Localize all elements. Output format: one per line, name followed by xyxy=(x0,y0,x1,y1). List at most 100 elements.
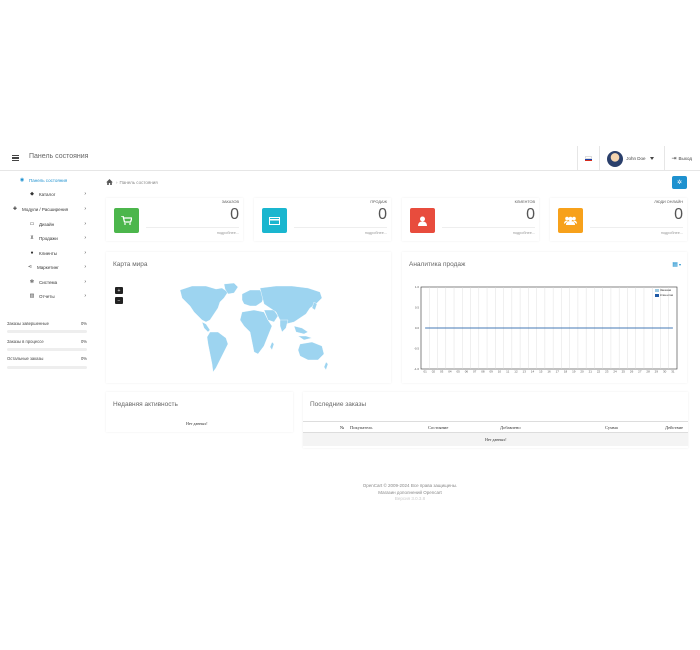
column-header[interactable]: Сумма xyxy=(605,425,618,430)
breadcrumb-current[interactable]: Панель состояния xyxy=(120,180,158,185)
russian-flag-icon xyxy=(585,156,593,161)
divider xyxy=(146,227,239,228)
more-link[interactable]: подробнее... xyxy=(513,231,535,235)
sidebar-item-catalog[interactable]: ◆ Каталог › xyxy=(0,188,92,200)
logout-label: Выход xyxy=(678,156,692,161)
sidebar-item-label: Каталог xyxy=(39,191,56,197)
chevron-right-icon: › xyxy=(84,206,86,212)
tile-orders: ЗАКАЗОВ 0 подробнее... xyxy=(106,198,243,241)
chevron-right-icon: › xyxy=(84,235,86,241)
x-tick-label: 27 xyxy=(638,370,642,374)
sidebar-item-sales[interactable]: ⊻ Продажи › xyxy=(0,232,92,244)
caret-down-icon: ▾ xyxy=(677,262,681,267)
home-icon[interactable] xyxy=(106,179,113,185)
y-tick-label: 0.0 xyxy=(415,326,420,330)
column-header[interactable]: Действие xyxy=(665,425,683,430)
x-tick-label: 07 xyxy=(473,370,477,374)
x-tick-label: 18 xyxy=(564,370,568,374)
x-tick-label: 01 xyxy=(423,370,427,374)
y-tick-label: -0.5 xyxy=(414,347,420,351)
sidebar-item-design[interactable]: ▭ Дизайн › xyxy=(0,218,92,230)
tile-people-online: ЛЮДИ ОНЛАЙН 0 подробнее... xyxy=(550,198,687,241)
x-tick-label: 31 xyxy=(671,370,675,374)
tile-value: 0 xyxy=(378,206,387,223)
sidebar-item-label: Маркетинг xyxy=(37,264,59,270)
x-tick-label: 05 xyxy=(456,370,460,374)
sidebar-item-label: Система xyxy=(39,279,58,285)
x-tick-label: 26 xyxy=(630,370,634,374)
sidebar-item-label: Клиенты xyxy=(39,250,58,256)
tile-value: 0 xyxy=(674,206,683,223)
tile-sales: ПРОДАЖ 0 подробнее... xyxy=(254,198,391,241)
chevron-right-icon: › xyxy=(84,293,86,299)
tile-label: ЗАКАЗОВ xyxy=(221,200,239,204)
stat-value: 0% xyxy=(80,356,87,361)
sidebar-item-reports[interactable]: ▥ Отчеты › xyxy=(0,290,92,302)
x-tick-label: 30 xyxy=(663,370,667,374)
stat-value: 0% xyxy=(80,321,87,326)
x-tick-label: 16 xyxy=(547,370,551,374)
x-tick-label: 23 xyxy=(605,370,609,374)
monitor-icon: ▭ xyxy=(29,221,35,227)
gear-icon: ✲ xyxy=(676,180,683,186)
progress-bar xyxy=(7,348,87,351)
user-menu[interactable]: John Doe xyxy=(599,146,663,171)
legend-label: Клиентов xyxy=(660,293,674,297)
sidebar: ◉ Панель состояния ◆ Каталог › ✚ Модули … xyxy=(0,172,92,372)
progress-bar xyxy=(7,366,87,369)
logout-button[interactable]: ⇥ Выход xyxy=(663,146,700,171)
x-tick-label: 22 xyxy=(597,370,601,374)
x-tick-label: 10 xyxy=(498,370,502,374)
x-tick-label: 29 xyxy=(655,370,659,374)
sales-chart: 1.0 0.5 0.0 -0.5 -1.001 02 03 04 05 06 07 08 09 10 11 1… xyxy=(414,285,678,374)
y-tick-label: 1.0 xyxy=(415,285,420,289)
zoom-in-button[interactable]: + xyxy=(115,287,123,294)
stat-completed-orders: Заказы завершенные 0% xyxy=(7,321,87,326)
more-link[interactable]: подробнее... xyxy=(365,231,387,235)
cart-icon: ⊻ xyxy=(30,235,34,241)
x-tick-label: 09 xyxy=(490,370,494,374)
recent-activity-panel: Недавняя активность Нет данных! xyxy=(106,392,293,432)
settings-button[interactable]: ✲ xyxy=(672,176,687,189)
breadcrumb-separator: › xyxy=(116,179,118,185)
sidebar-item-dashboard[interactable]: ◉ Панель состояния xyxy=(0,174,92,186)
x-tick-label: 25 xyxy=(622,370,626,374)
x-tick-label: 19 xyxy=(572,370,576,374)
sidebar-item-label: Модули / Расширения xyxy=(22,206,69,212)
zoom-out-button[interactable]: − xyxy=(115,297,123,304)
world-map[interactable] xyxy=(172,282,332,377)
menu-toggle-icon[interactable] xyxy=(12,155,19,162)
language-selector[interactable] xyxy=(577,146,599,171)
column-header[interactable]: Добавлено xyxy=(500,425,521,430)
x-tick-label: 02 xyxy=(432,370,436,374)
chevron-right-icon: › xyxy=(84,279,86,285)
calendar-dropdown[interactable]: ▦ ▾ xyxy=(672,261,681,268)
sidebar-item-extensions[interactable]: ✚ Модули / Расширения › xyxy=(0,203,92,215)
x-tick-label: 21 xyxy=(589,370,593,374)
stat-label: Заказы в процессе xyxy=(7,339,44,344)
sidebar-item-label: Дизайн xyxy=(39,221,55,227)
panel-title: Последние заказы xyxy=(310,401,367,408)
panel-title: Карта мира xyxy=(113,261,148,268)
divider xyxy=(294,227,387,228)
user-icon xyxy=(410,208,435,233)
legend-item: Заказов xyxy=(655,288,696,292)
panel-title: Аналитика продаж xyxy=(409,261,466,268)
x-tick-label: 17 xyxy=(556,370,560,374)
orders-table-header: № Покупатель Состояние Добавлено Сумма Д… xyxy=(303,421,688,433)
column-header[interactable]: Покупатель xyxy=(350,425,372,430)
tag-icon: ◆ xyxy=(30,191,34,197)
more-link[interactable]: подробнее... xyxy=(217,231,239,235)
x-tick-label: 03 xyxy=(440,370,444,374)
top-header: Панель состояния John Doe ⇥ Выход xyxy=(0,146,700,171)
users-icon xyxy=(558,208,583,233)
column-header[interactable]: № xyxy=(340,425,344,430)
column-header[interactable]: Состояние xyxy=(428,425,448,430)
more-link[interactable]: подробнее... xyxy=(661,231,683,235)
x-tick-label: 28 xyxy=(646,370,650,374)
sidebar-item-marketing[interactable]: ⋖ Маркетинг › xyxy=(0,261,92,273)
sidebar-item-customers[interactable]: ● Клиенты › xyxy=(0,247,92,259)
sidebar-item-system[interactable]: ✻ Система › xyxy=(0,276,92,288)
user-name: John Doe xyxy=(626,156,646,161)
x-tick-label: 04 xyxy=(448,370,452,374)
